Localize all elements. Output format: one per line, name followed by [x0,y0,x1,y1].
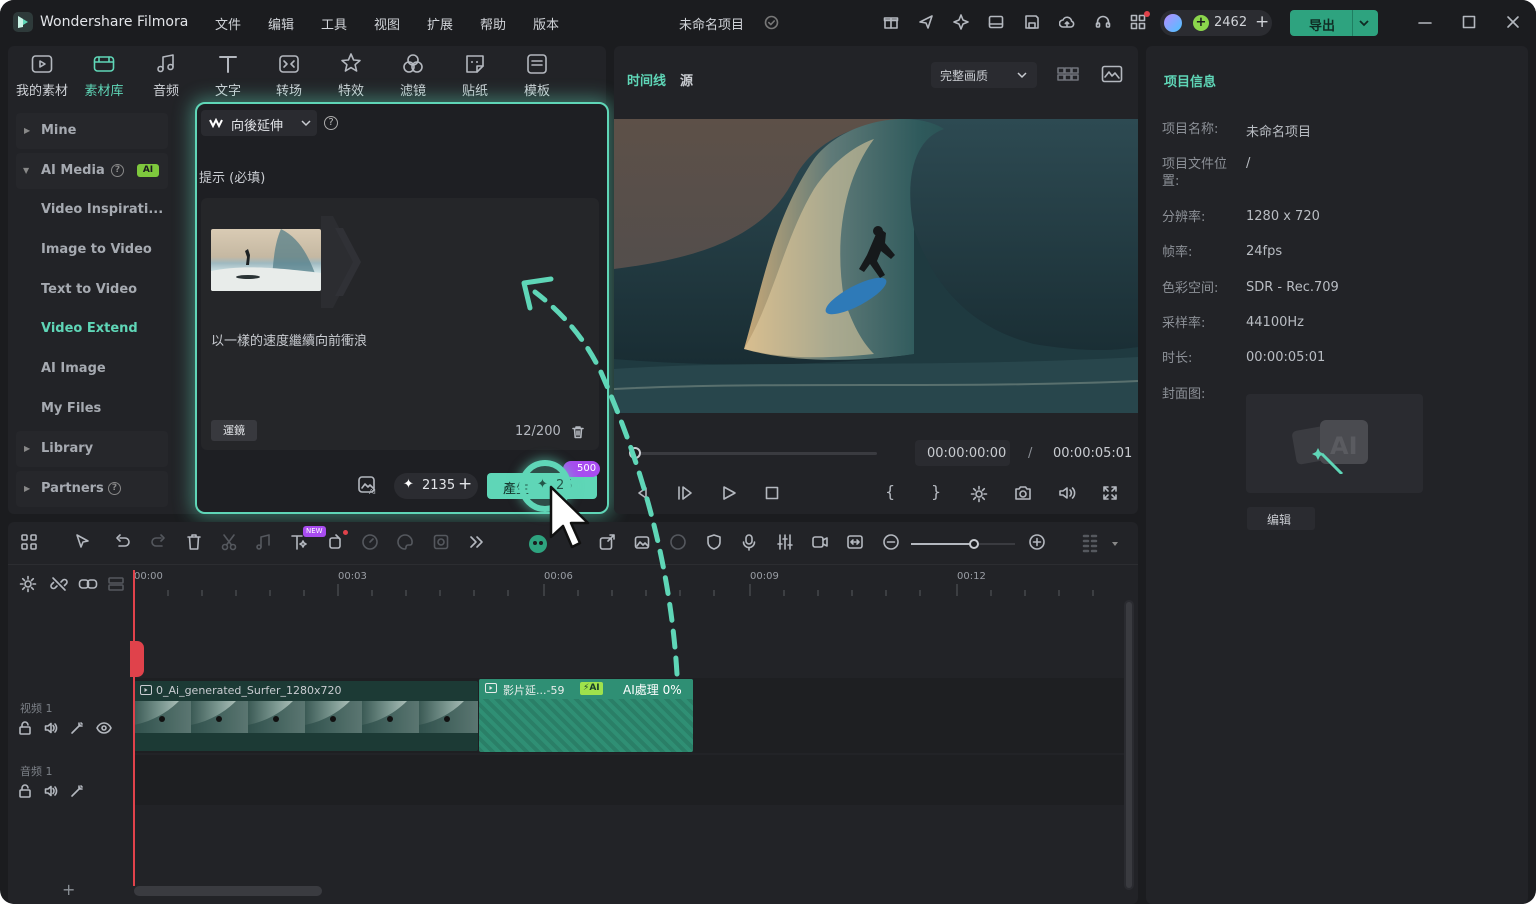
app-window: Wondershare Filmora 文件 编辑 工具 视图 扩展 帮助 版本… [0,0,1536,904]
mouse-cursor-icon [548,485,592,559]
tutorial-dashed-arrow [521,276,680,677]
